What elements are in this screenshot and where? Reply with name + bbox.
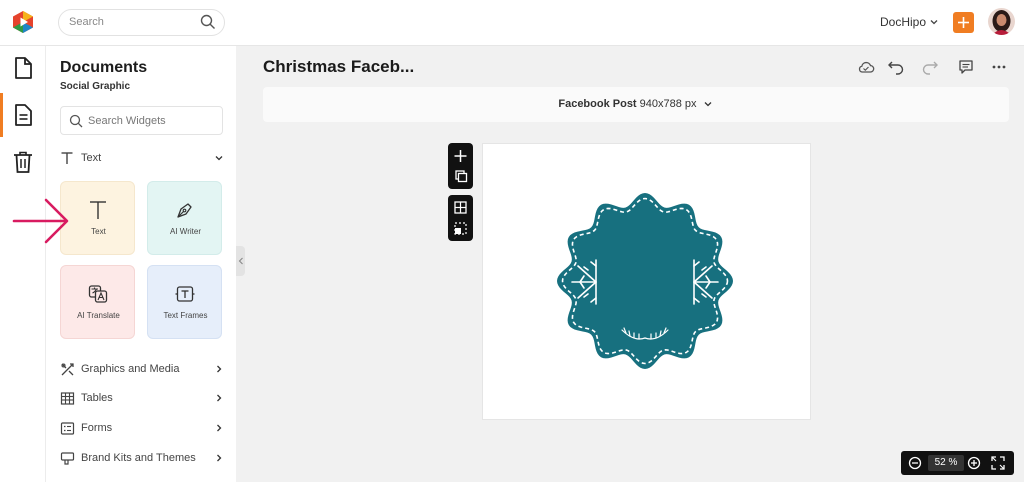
section-forms-label: Forms — [81, 422, 113, 434]
text-widget-label: Text — [91, 227, 106, 236]
trash-icon — [14, 151, 32, 173]
user-avatar[interactable] — [988, 8, 1015, 35]
redo-icon[interactable] — [921, 58, 939, 76]
text-widget-tile[interactable]: Text — [60, 181, 135, 255]
comment-icon[interactable] — [957, 58, 975, 76]
rail-widgets[interactable] — [0, 93, 46, 137]
undo-icon[interactable] — [887, 58, 905, 76]
chevron-down-icon — [704, 102, 712, 107]
section-tables[interactable]: Tables — [60, 388, 224, 410]
cloud-sync-icon[interactable] — [857, 58, 875, 76]
size-type: Facebook Post — [558, 98, 637, 110]
more-options-icon[interactable] — [990, 58, 1008, 76]
widgets-panel: Documents Social Graphic Search Widgets … — [46, 46, 236, 482]
zoom-out-icon[interactable] — [908, 456, 922, 470]
chevron-right-icon — [217, 365, 222, 373]
text-icon — [61, 152, 73, 164]
plus-icon — [958, 17, 969, 28]
zoom-unit: % — [948, 457, 958, 468]
zoom-value[interactable]: 52 % — [928, 455, 964, 471]
document-icon — [15, 57, 32, 79]
search-placeholder: Search — [69, 16, 104, 28]
search-icon — [69, 114, 83, 128]
graphics-icon — [61, 363, 74, 376]
left-rail — [0, 46, 46, 482]
document-title[interactable]: Christmas Faceb... — [263, 57, 414, 77]
panel-title: Documents — [60, 59, 148, 76]
chevron-down-icon[interactable] — [929, 17, 939, 27]
widget-search-input[interactable]: Search Widgets — [60, 106, 223, 135]
ai-translate-tile[interactable]: AI Translate — [60, 265, 135, 339]
page-tools — [448, 143, 473, 189]
text-icon — [90, 201, 106, 219]
chevron-right-icon — [217, 454, 222, 462]
text-frames-label: Text Frames — [163, 311, 208, 320]
ai-translate-label: AI Translate — [77, 311, 120, 320]
section-text-label: Text — [81, 152, 102, 164]
active-indicator — [0, 93, 3, 137]
chevron-down-icon — [215, 156, 223, 161]
brand-kit-icon — [60, 452, 75, 465]
section-brand-kits[interactable]: Brand Kits and Themes — [60, 448, 224, 470]
widget-search-placeholder: Search Widgets — [88, 115, 166, 127]
size-dimensions: 940x788 px — [639, 98, 697, 110]
zoom-in-icon[interactable] — [967, 456, 981, 470]
section-forms[interactable]: Forms — [60, 418, 224, 440]
page-widgets-icon — [15, 104, 32, 126]
rail-trash[interactable] — [0, 140, 46, 184]
search-input[interactable]: Search — [58, 9, 225, 36]
panel-collapse-handle[interactable] — [236, 246, 245, 276]
section-text[interactable]: Text — [60, 148, 224, 170]
christmas-badge-graphic[interactable] — [556, 192, 734, 370]
chevron-left-icon — [238, 257, 243, 265]
ai-writer-label: AI Writer — [170, 227, 201, 236]
translate-icon — [88, 285, 108, 303]
pen-nib-icon — [177, 203, 192, 218]
arrow-pointer-icon — [12, 198, 69, 244]
form-icon — [60, 422, 75, 435]
section-tables-label: Tables — [81, 392, 113, 404]
fullscreen-icon[interactable] — [991, 456, 1005, 470]
text-frames-tile[interactable]: Text Frames — [147, 265, 222, 339]
section-brand-label: Brand Kits and Themes — [81, 452, 196, 464]
section-graphics-label: Graphics and Media — [81, 363, 180, 375]
ai-writer-tile[interactable]: AI Writer — [147, 181, 222, 255]
chevron-right-icon — [217, 424, 222, 432]
create-new-button[interactable] — [953, 12, 974, 33]
top-bar: Search DocHipo — [0, 0, 1024, 46]
duplicate-page-icon[interactable] — [448, 166, 473, 188]
zoom-control: 52 % — [901, 451, 1014, 475]
grid-icon[interactable] — [448, 197, 473, 219]
table-icon — [60, 392, 75, 405]
search-icon[interactable] — [200, 14, 216, 30]
section-graphics-media[interactable]: Graphics and Media — [60, 359, 224, 381]
panel-subtitle: Social Graphic — [60, 81, 131, 92]
select-area-icon[interactable] — [448, 218, 473, 240]
text-frame-icon — [175, 286, 195, 302]
canvas-size-text: Facebook Post 940x788 px — [263, 98, 1009, 110]
account-name[interactable]: DocHipo — [880, 15, 926, 29]
layout-tools — [448, 195, 473, 241]
avatar-image — [988, 8, 1015, 35]
zoom-number: 52 — [934, 457, 946, 468]
design-canvas[interactable] — [482, 143, 811, 420]
chevron-right-icon — [217, 394, 222, 402]
canvas-size-selector[interactable]: Facebook Post 940x788 px — [263, 87, 1009, 122]
rail-documents[interactable] — [0, 46, 46, 90]
dochipo-logo[interactable] — [11, 10, 35, 34]
add-page-icon[interactable] — [448, 145, 473, 167]
